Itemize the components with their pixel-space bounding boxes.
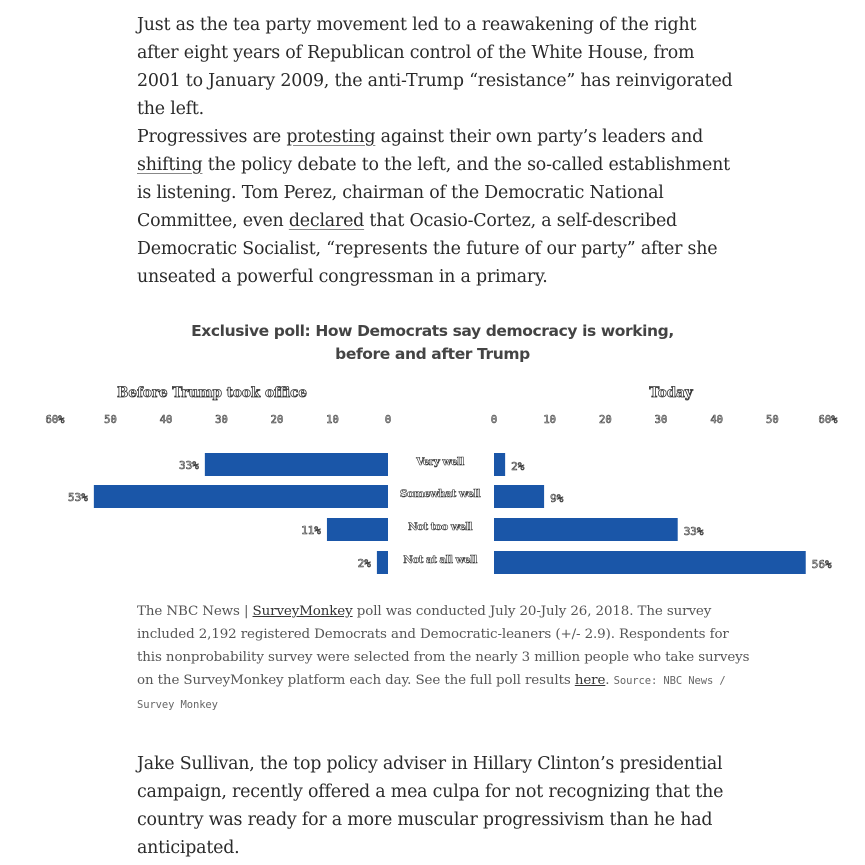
poll-bar-chart: Before Trump took office Today 60% 50 40 30… xyxy=(45,385,839,574)
chart-title-line1: Exclusive poll: How Democrats say democr… xyxy=(191,322,674,340)
category-label: Somewhat well xyxy=(400,488,481,500)
left-tick-label: 50 xyxy=(104,414,117,426)
right-tick-label: 10 xyxy=(543,414,556,426)
left-panel-title: Before Trump took office xyxy=(117,385,307,401)
right-bar-value-label: 56% xyxy=(812,558,832,571)
paragraph-text: Progressives are xyxy=(137,127,287,147)
article-paragraph: Progressives are protesting against thei… xyxy=(137,123,737,291)
right-panel-title: Today xyxy=(649,385,694,401)
chart-title: Exclusive poll: How Democrats say democr… xyxy=(0,320,865,366)
left-bar-value-label: 33% xyxy=(179,459,199,472)
poll-results-link[interactable]: here xyxy=(575,673,606,688)
left-bars: 33% 53% 11% 2% xyxy=(68,453,388,574)
left-bar xyxy=(93,485,388,508)
paragraph-text: against their own party’s leaders and xyxy=(375,127,704,147)
left-tick-label: 40 xyxy=(160,414,173,426)
left-tick-label: 10 xyxy=(326,414,339,426)
right-bar xyxy=(494,453,506,476)
left-bar-value-label: 2% xyxy=(358,557,372,570)
right-bar xyxy=(494,551,806,574)
right-tick-label: 30 xyxy=(655,414,668,426)
left-bar xyxy=(376,551,388,574)
right-bar xyxy=(494,518,678,541)
category-label: Not too well xyxy=(408,521,473,533)
right-axis-ticks: 0 10 20 30 40 50 60% xyxy=(491,414,839,427)
right-tick-label: 40 xyxy=(710,414,723,426)
left-bar xyxy=(326,518,388,541)
left-tick-label: 30 xyxy=(215,414,228,426)
article-paragraph: Jake Sullivan, the top policy adviser in… xyxy=(137,754,724,858)
right-bar-value-label: 2% xyxy=(511,460,525,473)
chart-note: The NBC News | SurveyMonkey poll was con… xyxy=(137,600,757,717)
shifting-link[interactable]: shifting xyxy=(137,155,203,175)
right-bar xyxy=(494,485,545,508)
chart-title-line2: before and after Trump xyxy=(335,345,530,363)
right-bar-value-label: 33% xyxy=(684,525,704,538)
category-labels: Very well Somewhat well Not too well Not at… xyxy=(400,456,482,567)
left-bar xyxy=(204,453,388,476)
left-axis-ticks: 60% 50 40 30 20 10 0 xyxy=(45,414,391,427)
surveymonkey-link[interactable]: SurveyMonkey xyxy=(253,604,353,619)
right-tick-label: 60% xyxy=(819,414,839,426)
right-bars: 2% 9% 33% 56% xyxy=(494,453,832,574)
note-text: The NBC News | xyxy=(137,604,253,619)
right-tick-label: 0 xyxy=(491,414,497,426)
left-tick-label: 20 xyxy=(271,414,284,426)
right-tick-label: 20 xyxy=(599,414,612,426)
left-bar-value-label: 53% xyxy=(68,491,88,504)
declared-link[interactable]: declared xyxy=(289,211,364,231)
category-label: Not at all well xyxy=(403,554,477,566)
protesting-link[interactable]: protesting xyxy=(286,127,375,147)
article-paragraph: Just as the tea party movement led to a … xyxy=(137,15,733,119)
category-label: Very well xyxy=(415,456,464,468)
left-tick-label: 60% xyxy=(46,414,66,426)
left-bar-value-label: 11% xyxy=(301,524,321,537)
left-tick-label: 0 xyxy=(385,414,391,426)
note-text: . xyxy=(605,673,614,688)
right-bar-value-label: 9% xyxy=(550,492,564,505)
right-tick-label: 50 xyxy=(766,414,779,426)
